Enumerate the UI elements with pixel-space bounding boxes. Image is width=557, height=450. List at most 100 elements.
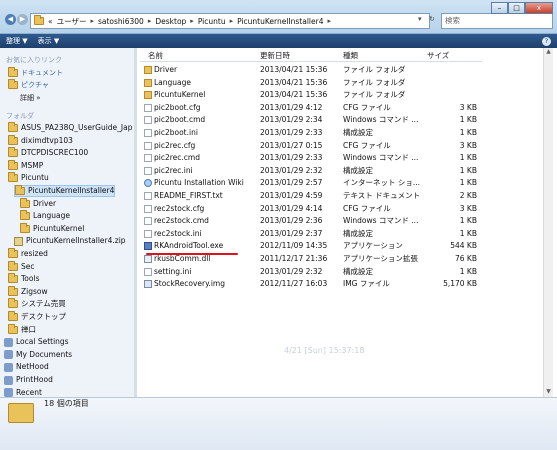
file-date: 2013/01/27 0:15 [260,140,323,150]
file-icon [144,103,152,112]
tree-item[interactable]: PicuntuKernelInstaller4 [14,185,116,197]
nav-scrollbar[interactable] [134,48,137,397]
file-row[interactable]: pic2rec.cmd 2013/01/29 2:33 Windows コマンド .… [142,152,482,164]
folder-icon [8,323,18,334]
back-icon[interactable]: ◀ [5,14,16,25]
tree-item[interactable]: Picuntu [8,172,49,184]
file-date: 2013/04/21 15:36 [260,65,328,74]
favorite-link-documents[interactable]: ドキュメント [8,67,63,78]
file-row[interactable]: Language 2013/04/21 15:36 ファイル フォルダ [142,77,482,89]
tree-item-label: My Documents [16,349,73,359]
tree-item[interactable]: デスクトップ [8,311,66,323]
tree-item[interactable]: Recent [4,387,42,397]
document-icon [8,67,18,77]
breadcrumb-picuntu[interactable]: Picuntu [198,17,226,26]
file-name: RKAndroidTool.exe [154,241,224,251]
search-input[interactable]: 検索 [441,13,553,29]
refresh-icon[interactable]: ↻ [429,15,438,27]
file-row[interactable]: rec2stock.cmd 2013/01/29 2:36 Windows コマンド… [142,215,482,227]
favorite-more-link[interactable]: 詳細 » [20,93,41,103]
breadcrumb-user[interactable]: satoshi6300 [98,17,144,26]
tree-item[interactable]: DTCPDISCREC100 [8,147,88,159]
organize-menu[interactable]: 整理 ▼ [6,36,28,46]
close-button[interactable]: x [525,2,553,14]
tree-item[interactable]: Language [20,210,70,222]
column-type[interactable]: 種類 [343,50,358,61]
chevron-right-icon[interactable]: ▸ [148,17,152,25]
tree-item-label: Picuntu [21,173,49,183]
file-row[interactable]: pic2boot.ini 2013/01/29 2:33 構成設定 1 KB [142,127,482,139]
file-icon [144,192,152,200]
chevron-right-icon[interactable]: ▸ [190,17,194,25]
breadcrumb-users[interactable]: ユーザー [57,16,87,27]
tree-item[interactable]: PrintHood [4,374,53,386]
chevron-right-icon[interactable]: ▸ [327,17,331,25]
tree-item[interactable]: resized [8,248,48,260]
file-type: インターネット ショ... [343,178,421,188]
folder-icon [144,91,152,100]
tree-item[interactable]: システム売買 [8,298,66,310]
file-row[interactable]: README_FIRST.txt 2013/01/29 4:59 テキスト ドキュメ… [142,190,482,202]
tree-item[interactable]: Local Settings [4,336,69,348]
scroll-down-icon[interactable]: ▼ [544,388,553,397]
favorite-link-pictures[interactable]: ピクチャ [8,79,49,90]
chevron-right-icon[interactable]: ▸ [90,17,94,25]
file-row[interactable]: rec2stock.ini 2013/01/29 2:37 構成設定 1 KB [142,228,482,240]
tree-item[interactable]: My Documents [4,349,72,361]
tree-item[interactable]: Driver [20,197,56,210]
view-menu[interactable]: 表示 ▼ [38,36,60,46]
folder-icon [8,122,18,132]
file-date: 2012/11/27 16:03 [260,279,328,289]
tree-item[interactable]: diximdtvp103 [8,134,73,147]
tree-item-label: DTCPDISCREC100 [21,148,89,158]
tree-item[interactable]: NetHood [4,361,49,373]
column-size[interactable]: サイズ [427,50,449,61]
file-date: 2013/04/21 15:36 [260,77,328,87]
tree-item[interactable]: Sec [8,260,35,273]
file-name: pic2rec.ini [154,165,193,175]
column-date[interactable]: 更新日時 [260,50,290,61]
exe-icon [144,242,152,251]
tree-item-label: Recent [16,387,42,397]
column-name[interactable]: 名前 [148,50,163,61]
file-name: rec2stock.ini [154,228,202,238]
tree-item[interactable]: Tools [8,273,39,285]
column-header: 名前 更新日時 種類 サイズ [140,48,482,62]
file-list-scrollbar[interactable]: ▲ ▼ [543,48,553,397]
file-row[interactable]: pic2boot.cmd 2013/01/29 2:34 Windows コマンド … [142,114,482,126]
favorites-header: お気に入りリンク [6,56,62,64]
tree-item[interactable]: 禅口 [8,323,36,336]
file-row[interactable]: PicuntuKernel 2013/04/21 15:36 ファイル フォルダ [142,89,482,101]
file-row[interactable]: pic2boot.cfg 2013/01/29 4:12 CFG ファイル 3 KB [142,102,482,114]
folder-icon [8,147,18,158]
file-row[interactable]: rec2stock.cfg 2013/01/29 4:14 CFG ファイル 3 KB [142,203,482,215]
chevron-right-icon[interactable]: ▸ [230,17,234,25]
help-icon[interactable]: ? [542,36,551,46]
address-bar[interactable]: « ユーザー ▸ satoshi6300 ▸ Desktop ▸ Picuntu… [30,13,430,29]
file-row[interactable]: setting.ini 2013/01/29 2:32 構成設定 1 KB [142,266,482,278]
forward-icon[interactable]: ▶ [17,14,28,25]
tree-item[interactable]: PicuntuKernelInstaller4.zip [14,235,126,247]
file-row[interactable]: Picuntu Installation Wiki 2013/01/29 2:57… [142,177,482,189]
favorite-label: ドキュメント [21,69,63,77]
scroll-up-icon[interactable]: ▲ [544,48,553,57]
file-row[interactable]: StockRecovery.img 2012/11/27 16:03 IMG ファイ… [142,278,482,290]
tree-item[interactable]: Zigsow [8,285,48,298]
file-row[interactable]: RKAndroidTool.exe 2012/11/09 14:35 アプリケーショ… [142,240,482,252]
tree-item[interactable]: ASUS_PA238Q_UserGuide_Jap [8,122,132,134]
tree-item-label: Language [33,211,71,221]
breadcrumb-current[interactable]: PicuntuKernelInstaller4 [237,17,323,26]
chevron-down-icon[interactable]: ▾ [418,15,427,27]
file-size: 2 KB [459,191,477,200]
file-row[interactable]: pic2rec.cfg 2013/01/27 0:15 CFG ファイル 3 KB [142,140,482,152]
tree-item[interactable]: PicuntuKernel [20,222,84,235]
breadcrumb-overflow[interactable]: « [48,17,53,26]
file-icon [144,204,152,213]
file-type: 構成設定 [343,266,373,276]
tree-item[interactable]: MSMP [8,159,43,172]
breadcrumb-desktop[interactable]: Desktop [155,17,186,26]
file-row[interactable]: pic2rec.ini 2013/01/29 2:32 構成設定 1 KB [142,165,482,177]
file-row[interactable]: Driver 2013/04/21 15:36 ファイル フォルダ [142,64,482,76]
minimize-button[interactable]: – [491,2,508,14]
maximize-button[interactable]: □ [508,2,525,14]
